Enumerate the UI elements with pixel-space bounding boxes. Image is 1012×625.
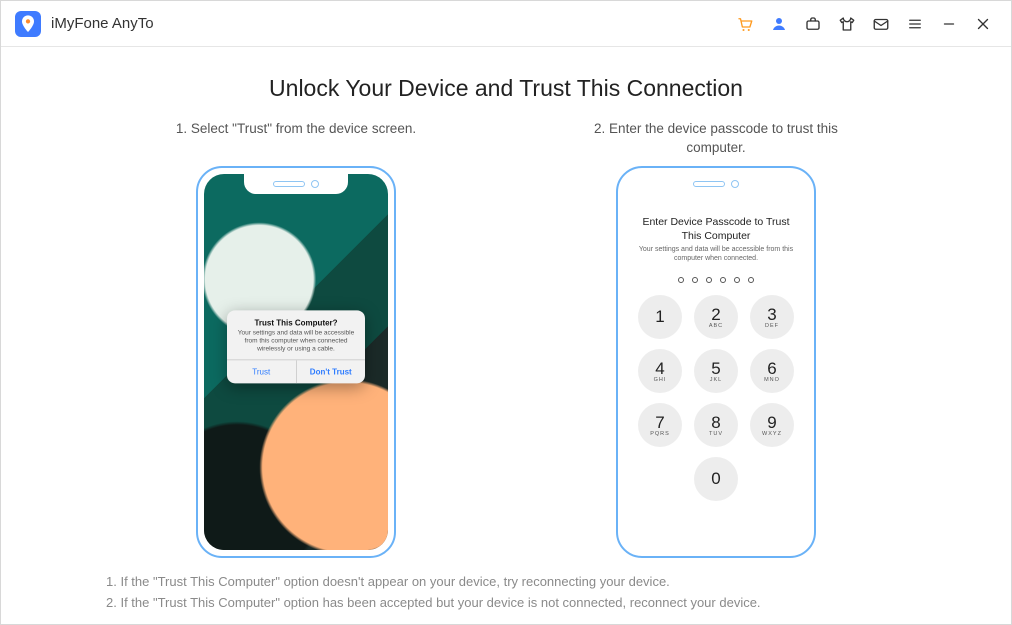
trust-dialog-subtitle: Your settings and data will be accessibl… [233,329,359,353]
key-2: 2ABC [694,295,738,339]
key-8: 8TUV [694,403,738,447]
trust-button: Trust [227,361,296,384]
close-button[interactable] [969,10,997,38]
note-2: 2. If the "Trust This Computer" option h… [106,593,906,614]
titlebar-actions [731,10,997,38]
passcode-subtitle: Your settings and data will be accessibl… [638,245,794,263]
location-pin-icon [20,14,36,34]
step2-column: 2. Enter the device passcode to trust th… [576,120,856,558]
dont-trust-button: Don't Trust [296,361,366,384]
trust-dialog: Trust This Computer? Your settings and d… [227,310,365,383]
trust-dialog-title: Trust This Computer? [233,318,359,327]
key-7: 7PQRS [638,403,682,447]
passcode-dots [624,277,808,283]
key-9: 9WXYZ [750,403,794,447]
tshirt-icon[interactable] [833,10,861,38]
cart-icon[interactable] [731,10,759,38]
key-3: 3DEF [750,295,794,339]
mail-icon[interactable] [867,10,895,38]
main-content: Unlock Your Device and Trust This Connec… [1,47,1011,624]
step2-text: 2. Enter the device passcode to trust th… [576,120,856,160]
step1-column: 1. Select "Trust" from the device screen… [156,120,436,558]
keypad: 1 2ABC 3DEF 4GHI 5JKL 6MNO 7PQRS 8TUV 9W… [624,295,808,501]
passcode-title: Enter Device Passcode to Trust This Comp… [638,216,794,243]
key-5: 5JKL [694,349,738,393]
key-0: 0 [694,457,738,501]
account-icon[interactable] [765,10,793,38]
briefcase-icon[interactable] [799,10,827,38]
phone-illustration-passcode: Enter Device Passcode to Trust This Comp… [616,166,816,558]
app-title: iMyFone AnyTo [51,15,154,32]
key-4: 4GHI [638,349,682,393]
key-1: 1 [638,295,682,339]
phone-notch [664,174,768,194]
note-1: 1. If the "Trust This Computer" option d… [106,572,906,593]
minimize-button[interactable] [935,10,963,38]
titlebar: iMyFone AnyTo [1,1,1011,47]
key-6: 6MNO [750,349,794,393]
footer-notes: 1. If the "Trust This Computer" option d… [106,572,906,614]
app-logo [15,11,41,37]
phone-notch [244,174,348,194]
step1-text: 1. Select "Trust" from the device screen… [156,120,436,160]
page-heading: Unlock Your Device and Trust This Connec… [41,75,971,102]
phone-illustration-trust: Trust This Computer? Your settings and d… [196,166,396,558]
menu-icon[interactable] [901,10,929,38]
